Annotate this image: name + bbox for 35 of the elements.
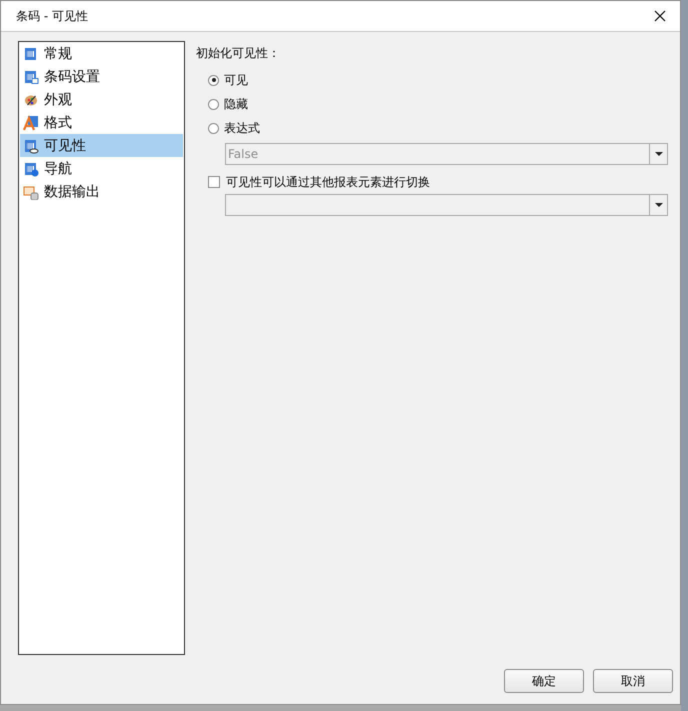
radio-option[interactable]: 可见 (208, 68, 668, 92)
radio-option[interactable]: 隐藏 (208, 92, 668, 116)
list-item[interactable]: 格式 (20, 111, 183, 134)
caret-icon (654, 203, 662, 207)
ok-button[interactable]: 确定 (504, 669, 584, 693)
letter-icon (23, 114, 39, 130)
item-label: 常规 (44, 44, 72, 62)
list-item[interactable]: 可见性 (20, 134, 183, 157)
cancel-button[interactable]: 取消 (593, 669, 673, 693)
item-label: 可见性 (44, 136, 86, 154)
report-item-dropdown[interactable] (225, 194, 668, 216)
caret-icon (654, 152, 662, 156)
item-label: 导航 (44, 160, 72, 178)
item-label: 格式 (44, 114, 72, 132)
list-item[interactable]: 条码设置 (20, 65, 183, 88)
toggle-option[interactable]: 可见性可以通过其他报表元素进行切换 (208, 173, 668, 191)
barcode-icon (23, 46, 39, 62)
checkbox[interactable] (208, 176, 220, 188)
eye-icon (23, 138, 39, 154)
item-label: 数据输出 (44, 182, 100, 200)
radio-option[interactable]: 表达式 (208, 116, 668, 140)
database-icon (23, 184, 39, 200)
list-item[interactable]: 数据输出 (20, 180, 183, 203)
barcode-icon (23, 68, 39, 84)
item-label: 条码设置 (44, 68, 100, 86)
list-item[interactable]: 常规 (20, 42, 183, 65)
section-heading: 初始化可见性： (196, 45, 281, 62)
list-item[interactable]: 外观 (20, 88, 183, 111)
list-item[interactable]: 导航 (20, 157, 183, 180)
radio-button[interactable] (208, 122, 219, 134)
window-title: 条码 - 可见性 (16, 8, 88, 24)
close-icon (654, 10, 666, 22)
radio-button[interactable] (208, 98, 219, 110)
radio-button[interactable] (208, 74, 219, 86)
item-label: 外观 (44, 90, 72, 108)
